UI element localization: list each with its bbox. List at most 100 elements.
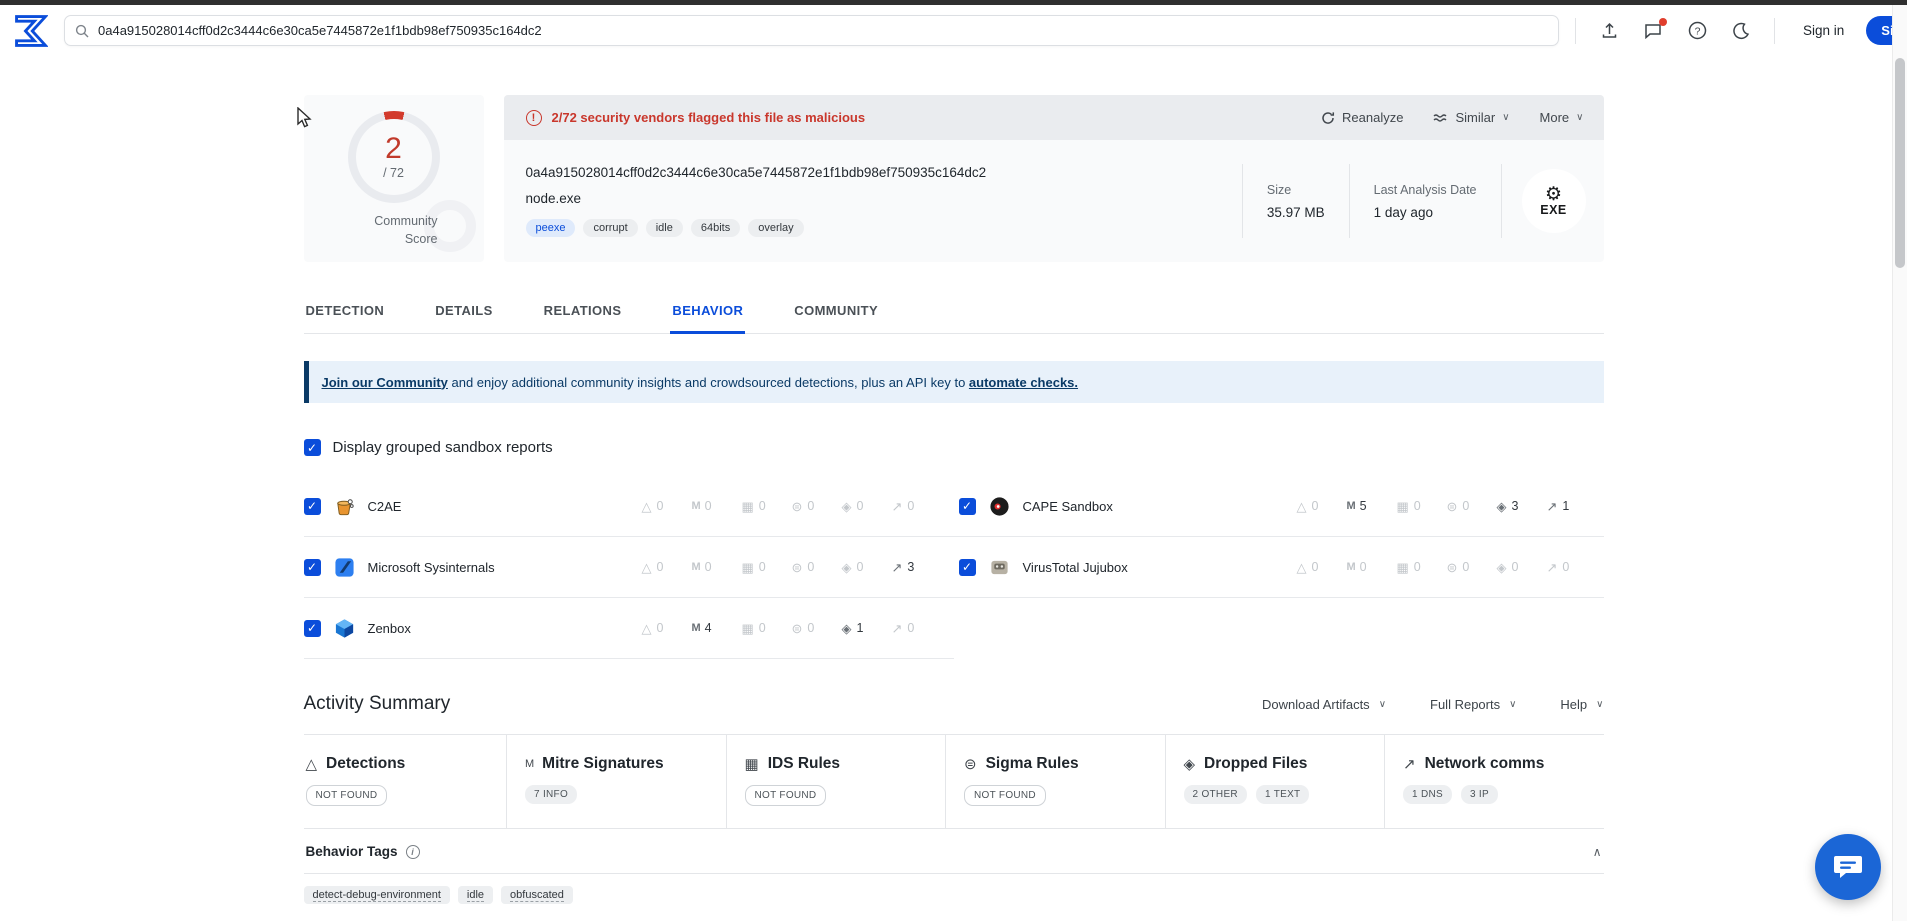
- search-input[interactable]: [98, 23, 1548, 38]
- similar-button[interactable]: Similar ∨: [1433, 110, 1509, 125]
- last-analysis-block: Last Analysis Date 1 day ago: [1350, 183, 1501, 220]
- sign-in-link[interactable]: Sign in: [1803, 23, 1844, 38]
- status-badge[interactable]: 1 DNS: [1403, 785, 1452, 804]
- status-badge: NOT FOUND: [745, 785, 827, 806]
- refresh-icon: [1321, 111, 1335, 125]
- sandbox-name[interactable]: VirusTotal Jujubox: [1023, 560, 1284, 575]
- chevron-down-icon: ∨: [1509, 699, 1516, 710]
- tab-relations[interactable]: RELATIONS: [542, 301, 624, 333]
- sandbox-name[interactable]: Zenbox: [368, 621, 629, 636]
- sandbox-checkbox[interactable]: ✓: [304, 498, 321, 515]
- tag-peexe[interactable]: peexe: [526, 219, 576, 237]
- malicious-warning-band: ! 2/72 security vendors flagged this fil…: [504, 95, 1604, 140]
- detections-icon: △: [1297, 561, 1307, 574]
- network-icon: ↗: [892, 561, 903, 574]
- behavior-tag[interactable]: obfuscated: [501, 886, 573, 904]
- tab-community[interactable]: COMMUNITY: [792, 301, 880, 333]
- detections-count: △0: [1297, 560, 1324, 574]
- sandbox-name[interactable]: CAPE Sandbox: [1023, 499, 1284, 514]
- dark-mode-moon-icon[interactable]: [1730, 20, 1752, 42]
- network-icon: ↗: [1547, 561, 1558, 574]
- network-icon: ↗: [892, 500, 903, 513]
- detection-score-value: 2: [385, 134, 402, 164]
- reanalyze-button[interactable]: Reanalyze: [1321, 110, 1403, 125]
- sandbox-name[interactable]: Microsoft Sysinternals: [368, 560, 629, 575]
- top-navbar: ? Sign in Sign up: [0, 5, 1907, 56]
- feedback-icon[interactable]: [1642, 20, 1664, 42]
- activity-summary-cards: △Detections NOT FOUND MMitre Signatures …: [304, 735, 1604, 828]
- collapse-chevron-up-icon[interactable]: ∧: [1593, 845, 1602, 859]
- detections-count: △0: [642, 621, 669, 635]
- file-hash[interactable]: 0a4a915028014cff0d2c3444c6e30ca5e7445872…: [526, 165, 1222, 180]
- network-icon: ↗: [1403, 755, 1416, 773]
- sandbox-checkbox[interactable]: ✓: [304, 559, 321, 576]
- behavior-tag[interactable]: detect-debug-environment: [304, 886, 450, 904]
- sandbox-checkbox[interactable]: ✓: [304, 620, 321, 637]
- status-badge[interactable]: 7 INFO: [525, 785, 577, 804]
- notification-dot: [1659, 18, 1667, 26]
- info-icon[interactable]: i: [406, 845, 420, 859]
- automate-checks-link[interactable]: automate checks.: [969, 375, 1078, 390]
- download-artifacts-dropdown[interactable]: Download Artifacts∨: [1262, 697, 1386, 712]
- card-mitre-signatures: MMitre Signatures 7 INFO: [506, 735, 726, 828]
- ids-count: ▦0: [742, 560, 769, 574]
- help-dropdown[interactable]: Help∨: [1560, 697, 1603, 712]
- scrollbar-thumb[interactable]: [1895, 58, 1905, 268]
- detections-count: △0: [642, 560, 669, 574]
- sandbox-name[interactable]: C2AE: [368, 499, 629, 514]
- sandbox-checkbox[interactable]: ✓: [959, 559, 976, 576]
- status-badge[interactable]: 1 TEXT: [1256, 785, 1310, 804]
- upload-icon[interactable]: [1598, 20, 1620, 42]
- file-summary-card: ! 2/72 security vendors flagged this fil…: [504, 95, 1604, 262]
- tag-idle[interactable]: idle: [646, 219, 683, 237]
- community-banner: Join our Community and enjoy additional …: [304, 361, 1604, 403]
- network-icon: ↗: [1547, 500, 1558, 513]
- full-reports-dropdown[interactable]: Full Reports∨: [1430, 697, 1516, 712]
- dropped-files-count: ◈0: [1497, 560, 1524, 574]
- network-count: ↗0: [892, 499, 919, 513]
- more-button[interactable]: More ∨: [1540, 110, 1584, 125]
- mitre-count: M0: [692, 499, 719, 513]
- chevron-down-icon: ∨: [1379, 699, 1386, 710]
- card-dropped-files: ◈Dropped Files 2 OTHER 1 TEXT: [1165, 735, 1385, 828]
- status-badge[interactable]: 3 IP: [1461, 785, 1498, 804]
- dropped-files-count: ◈0: [842, 499, 869, 513]
- status-badge[interactable]: 2 OTHER: [1184, 785, 1247, 804]
- tab-detection[interactable]: DETECTION: [304, 301, 387, 333]
- detection-score-donut: 2 / 72: [348, 111, 440, 203]
- jujubox-icon: [989, 557, 1010, 578]
- file-size-block: Size 35.97 MB: [1243, 183, 1349, 220]
- sandbox-row-c2ae: ✓ C2AE △0 M0 ▦0 ⊜0 ◈0 ↗0: [304, 476, 954, 537]
- grouped-reports-checkbox[interactable]: ✓: [304, 439, 321, 456]
- search-bar[interactable]: [64, 15, 1559, 46]
- status-badge: NOT FOUND: [964, 785, 1046, 806]
- network-icon: ↗: [892, 622, 903, 635]
- ids-icon: ▦: [1397, 561, 1409, 574]
- tag-corrupt[interactable]: corrupt: [583, 219, 637, 237]
- cape-icon: [989, 496, 1010, 517]
- dropped-files-icon: ◈: [842, 561, 852, 574]
- dropped-files-count: ◈1: [842, 621, 869, 635]
- help-icon[interactable]: ?: [1686, 20, 1708, 42]
- join-community-link[interactable]: Join our Community: [322, 375, 448, 390]
- dropped-files-icon: ◈: [842, 622, 852, 635]
- detections-icon: △: [642, 500, 652, 513]
- mitre-icon: M: [692, 500, 700, 513]
- tab-behavior[interactable]: BEHAVIOR: [670, 301, 745, 334]
- behavior-tag[interactable]: idle: [458, 886, 493, 904]
- page-scrollbar[interactable]: [1892, 5, 1907, 921]
- sigma-icon: ⊜: [1447, 561, 1458, 574]
- tab-details[interactable]: DETAILS: [433, 301, 494, 333]
- behavior-tags-list: detect-debug-environment idle obfuscated: [304, 874, 1604, 904]
- sandbox-checkbox[interactable]: ✓: [959, 498, 976, 515]
- ids-icon: ▦: [742, 622, 754, 635]
- virustotal-logo-icon[interactable]: [14, 14, 48, 48]
- community-score-label: Community Score: [374, 212, 437, 248]
- sigma-icon: ⊜: [964, 755, 977, 773]
- chat-support-button[interactable]: [1815, 834, 1881, 900]
- detections-icon: △: [642, 622, 652, 635]
- ids-count: ▦0: [742, 621, 769, 635]
- banner-text: and enjoy additional community insights …: [448, 375, 969, 390]
- tag-64bits[interactable]: 64bits: [691, 219, 740, 237]
- tag-overlay[interactable]: overlay: [748, 219, 803, 237]
